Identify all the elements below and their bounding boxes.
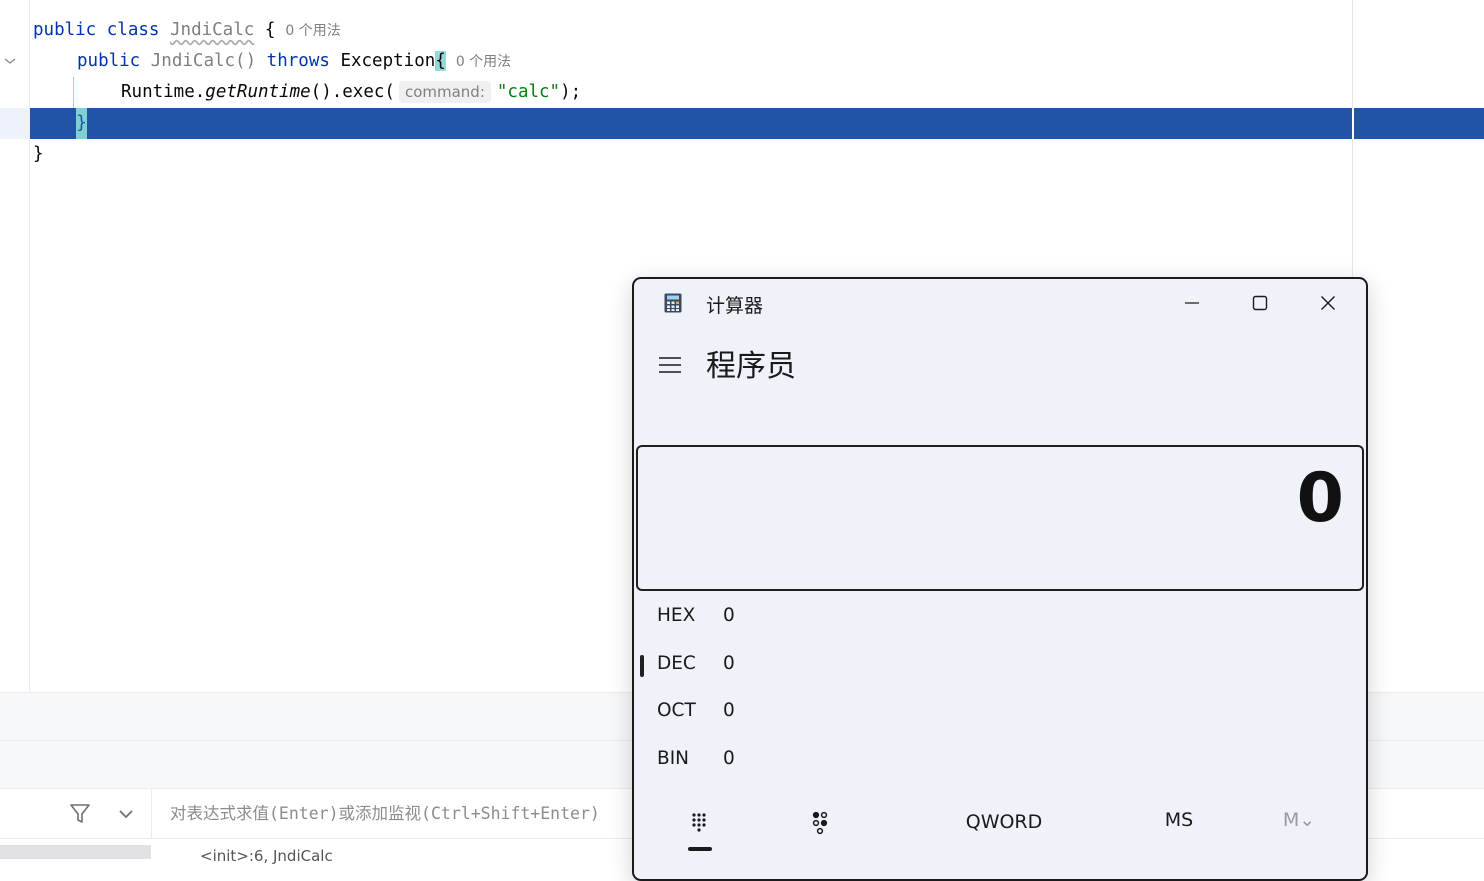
radix-value: 0 xyxy=(723,700,735,721)
editor-gutter[interactable] xyxy=(0,0,30,692)
exec-call: ().exec( xyxy=(310,82,395,102)
close-button[interactable] xyxy=(1300,285,1356,321)
code-line-3[interactable]: Runtime.getRuntime().exec(command: "calc"… xyxy=(121,77,581,108)
minimize-icon xyxy=(1185,302,1199,304)
calculator-window: 计算器 程序员 0 HEX 0 DEC 0 OCT 0 BIN 0 QWORD … xyxy=(632,277,1368,881)
calculator-mode-title: 程序员 xyxy=(706,349,796,384)
radix-label: DEC xyxy=(657,653,696,674)
active-tab-underline xyxy=(688,847,712,851)
filter-icon[interactable] xyxy=(66,801,94,827)
radix-label: HEX xyxy=(657,605,696,626)
code-line-1[interactable]: public class JndiCalc {0 个用法 xyxy=(33,15,341,46)
navigation-menu-icon[interactable] xyxy=(656,353,684,377)
exception-type[interactable]: Exception xyxy=(340,51,435,71)
keyword-throws: throws xyxy=(266,51,330,71)
calculator-app-icon xyxy=(664,293,682,313)
radix-bin[interactable]: BIN 0 xyxy=(634,738,1366,782)
parameter-hint: command: xyxy=(398,81,491,103)
class-name[interactable]: JndiCalc xyxy=(170,20,254,40)
runtime-class: Runtime. xyxy=(121,82,206,102)
method-getRuntime[interactable]: getRuntime xyxy=(205,82,310,102)
matched-open-brace: { xyxy=(435,51,446,71)
memory-store-button[interactable]: MS xyxy=(1154,809,1204,831)
radix-label: BIN xyxy=(657,748,689,769)
matched-close-brace: } xyxy=(76,108,87,139)
code-line-5[interactable]: } xyxy=(33,139,44,170)
memory-menu-button[interactable]: M⌄ xyxy=(1274,809,1324,831)
maximize-icon xyxy=(1252,295,1268,311)
string-literal: "calc" xyxy=(496,82,561,102)
selected-radix-indicator xyxy=(640,655,644,677)
programmer-toolbar: QWORD MS M⌄ xyxy=(634,797,1366,857)
selected-line-highlight xyxy=(30,108,1484,139)
radix-hex[interactable]: HEX 0 xyxy=(634,595,1366,639)
call-suffix: ); xyxy=(560,82,582,102)
window-title: 计算器 xyxy=(706,295,764,317)
frame-selection[interactable] xyxy=(0,845,151,859)
constructor-name[interactable]: JndiCalc() xyxy=(151,51,256,71)
class-close-brace: } xyxy=(33,144,44,164)
frame-item[interactable]: <init>:6, JndiCalc xyxy=(200,847,333,865)
radix-oct[interactable]: OCT 0 xyxy=(634,690,1366,734)
indent-guide xyxy=(73,77,74,108)
evaluate-expression-input[interactable]: 对表达式求值(Enter)或添加监视(Ctrl+Shift+Enter) xyxy=(170,789,600,839)
usage-count-hint[interactable]: 0 个用法 xyxy=(285,23,340,39)
code-line-2[interactable]: public JndiCalc() throws Exception{0 个用法 xyxy=(77,46,511,77)
maximize-button[interactable] xyxy=(1232,285,1288,321)
keyword-public: public xyxy=(77,51,141,71)
keyword-public: public xyxy=(33,20,97,40)
result-display: 0 xyxy=(636,445,1364,591)
fold-chevron-icon[interactable] xyxy=(3,54,17,68)
word-size-button[interactable]: QWORD xyxy=(954,811,1054,833)
radix-dec[interactable]: DEC 0 xyxy=(634,643,1366,687)
radix-label: OCT xyxy=(657,700,696,721)
title-bar[interactable]: 计算器 xyxy=(634,279,1366,327)
chevron-down-icon[interactable] xyxy=(116,803,136,825)
minimize-button[interactable] xyxy=(1164,285,1220,321)
radix-value: 0 xyxy=(723,605,735,626)
display-value: 0 xyxy=(1296,459,1344,538)
caret-line-gutter-highlight xyxy=(0,108,29,139)
radix-value: 0 xyxy=(723,653,735,674)
close-icon xyxy=(1321,296,1335,310)
full-keypad-icon[interactable] xyxy=(684,807,718,839)
open-brace: { xyxy=(264,20,276,40)
usage-count-hint[interactable]: 0 个用法 xyxy=(456,54,511,70)
radix-value: 0 xyxy=(723,748,735,769)
keyword-class: class xyxy=(106,20,160,40)
bit-toggling-keypad-icon[interactable] xyxy=(804,807,838,839)
